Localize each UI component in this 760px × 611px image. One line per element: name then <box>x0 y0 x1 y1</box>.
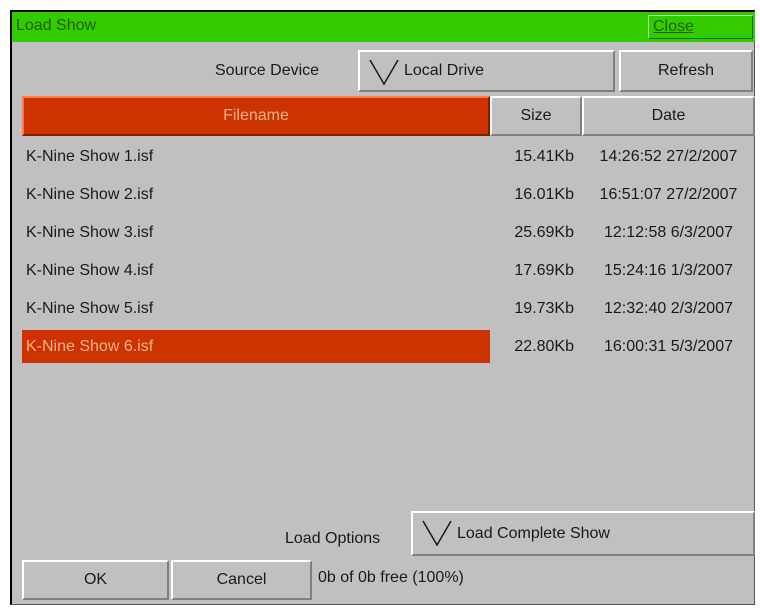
cancel-button-label: Cancel <box>216 571 267 588</box>
file-row[interactable]: K-Nine Show 3.isf 25.69Kb 12:12:58 6/3/2… <box>12 212 755 250</box>
column-header-filename[interactable]: Filename <box>22 96 490 136</box>
close-button-label: Close <box>653 18 694 35</box>
chevron-down-icon <box>369 59 399 86</box>
file-date: 12:12:58 6/3/2007 <box>603 224 733 241</box>
cancel-button[interactable]: Cancel <box>171 560 312 600</box>
file-name: K-Nine Show 6.isf <box>22 330 490 363</box>
file-list: K-Nine Show 1.isf 15.41Kb 14:26:52 27/2/… <box>12 136 755 364</box>
close-button[interactable]: Close <box>648 15 753 39</box>
source-device-value: Local Drive <box>404 62 485 79</box>
file-row[interactable]: K-Nine Show 1.isf 15.41Kb 14:26:52 27/2/… <box>12 136 755 174</box>
file-size: 19.73Kb <box>514 300 574 317</box>
load-options-label: Load Options <box>285 530 381 547</box>
file-date: 14:26:52 27/2/2007 <box>599 148 738 165</box>
column-header-size[interactable]: Size <box>490 96 582 136</box>
source-device-label: Source Device <box>215 62 320 79</box>
refresh-button[interactable]: Refresh <box>619 50 753 92</box>
file-row[interactable]: K-Nine Show 2.isf 16.01Kb 16:51:07 27/2/… <box>12 174 755 212</box>
file-size: 25.69Kb <box>514 224 574 241</box>
file-row[interactable]: K-Nine Show 5.isf 19.73Kb 12:32:40 2/3/2… <box>12 288 755 326</box>
file-date: 16:00:31 5/3/2007 <box>603 338 733 355</box>
file-name: K-Nine Show 1.isf <box>26 148 154 165</box>
file-size: 17.69Kb <box>514 262 574 279</box>
file-date: 16:51:07 27/2/2007 <box>599 186 738 203</box>
file-name: K-Nine Show 5.isf <box>26 300 154 317</box>
file-name: K-Nine Show 2.isf <box>26 186 154 203</box>
load-options-value: Load Complete Show <box>457 524 610 542</box>
free-space-status: 0b of 0b free (100%) <box>318 569 464 586</box>
ok-button[interactable]: OK <box>22 560 169 600</box>
file-row-selected[interactable]: K-Nine Show 6.isf 22.80Kb 16:00:31 5/3/2… <box>12 326 755 364</box>
title-bar: Load Show Close <box>12 12 755 42</box>
file-size: 15.41Kb <box>514 148 574 165</box>
chevron-down-icon <box>422 520 452 547</box>
file-row[interactable]: K-Nine Show 4.isf 17.69Kb 15:24:16 1/3/2… <box>12 250 755 288</box>
file-name: K-Nine Show 4.isf <box>26 262 154 279</box>
dialog-title: Load Show <box>16 17 97 34</box>
ok-button-label: OK <box>83 571 108 588</box>
file-size: 16.01Kb <box>514 186 574 203</box>
load-show-dialog: Load Show Close Source Device Local Driv… <box>10 10 755 605</box>
column-header-filename-label: Filename <box>223 107 289 124</box>
file-date: 12:32:40 2/3/2007 <box>603 300 733 317</box>
column-header-date[interactable]: Date <box>582 96 755 136</box>
refresh-button-label: Refresh <box>657 62 715 79</box>
column-header-size-label: Size <box>520 107 552 124</box>
file-date: 15:24:16 1/3/2007 <box>603 262 733 279</box>
column-header-date-label: Date <box>651 107 686 124</box>
load-options-dropdown[interactable]: Load Complete Show <box>411 511 755 556</box>
file-size: 22.80Kb <box>514 338 574 355</box>
file-name: K-Nine Show 3.isf <box>26 224 154 241</box>
source-device-dropdown[interactable]: Local Drive <box>358 50 615 92</box>
